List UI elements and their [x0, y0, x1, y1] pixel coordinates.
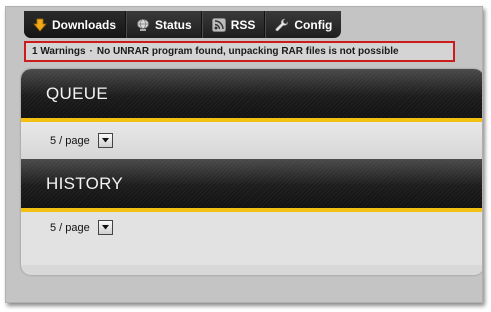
history-title: HISTORY: [46, 173, 124, 193]
rss-icon: [211, 17, 226, 32]
warning-banner[interactable]: 1 Warnings · No UNRAR program found, unp…: [24, 41, 455, 62]
history-controls: 5 / page: [21, 212, 482, 265]
warning-message: No UNRAR program found, unpacking RAR fi…: [96, 46, 399, 57]
queue-title: QUEUE: [46, 83, 108, 103]
wrench-icon: [275, 18, 289, 32]
nav-config[interactable]: Config: [265, 11, 341, 38]
nav-downloads-label: Downloads: [52, 17, 117, 32]
queue-controls: 5 / page: [21, 122, 482, 159]
download-arrow-icon: [33, 18, 47, 32]
nav-downloads[interactable]: Downloads: [24, 11, 127, 38]
history-per-page-select[interactable]: 5 / page: [46, 220, 113, 235]
chevron-down-icon[interactable]: [97, 133, 113, 148]
nav-rss[interactable]: RSS: [201, 11, 266, 38]
app-window: Downloads Status RSS Config 1 Warnings ·…: [5, 6, 483, 303]
chevron-down-icon[interactable]: [97, 220, 113, 235]
nav-config-label: Config: [294, 17, 333, 32]
main-nav: Downloads Status RSS Config: [24, 11, 342, 38]
main-panel: QUEUE 5 / page HISTORY 5 / page: [21, 69, 482, 275]
queue-header: QUEUE: [21, 69, 482, 122]
nav-rss-label: RSS: [230, 17, 256, 32]
nav-status[interactable]: Status: [126, 11, 202, 38]
queue-per-page-select[interactable]: 5 / page: [46, 133, 113, 148]
warning-count: 1 Warnings: [32, 46, 86, 57]
status-globe-icon: [136, 18, 150, 32]
history-header: HISTORY: [21, 159, 482, 212]
history-per-page-value: 5 / page: [50, 221, 90, 234]
warning-separator: ·: [89, 46, 93, 57]
nav-status-label: Status: [155, 17, 192, 32]
queue-per-page-value: 5 / page: [50, 134, 90, 147]
